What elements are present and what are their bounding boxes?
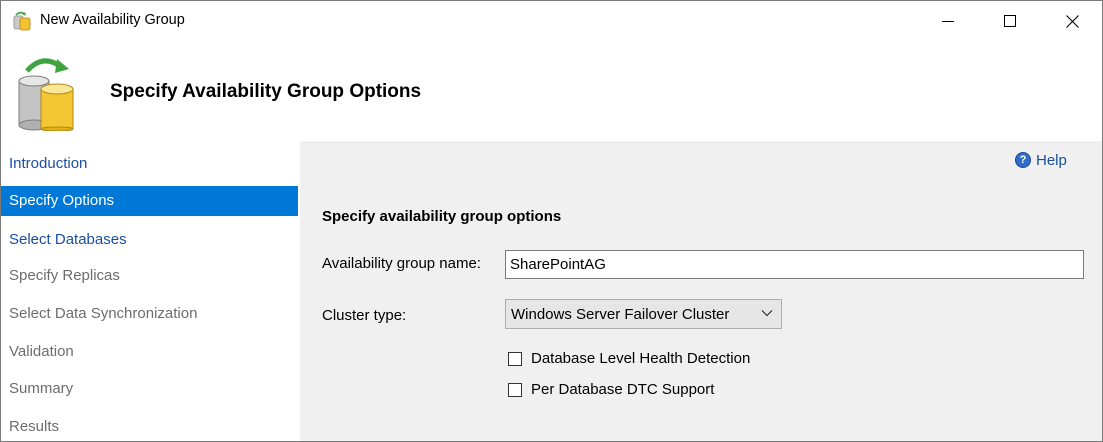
dtc-support-checkbox[interactable] <box>508 382 522 397</box>
health-detection-checkbox[interactable] <box>508 351 522 366</box>
close-button[interactable] <box>1049 1 1095 41</box>
dtc-support-row[interactable]: Per Database DTC Support <box>508 381 714 398</box>
minimize-button[interactable] <box>925 1 971 41</box>
cluster-type-select[interactable]: Windows Server Failover Cluster <box>505 299 782 329</box>
wizard-header: Specify Availability Group Options <box>1 41 1102 140</box>
dtc-support-label: Per Database DTC Support <box>531 381 715 398</box>
title-bar: New Availability Group <box>1 1 1102 41</box>
health-detection-row[interactable]: Database Level Health Detection <box>508 350 750 367</box>
options-panel: ? Help Specify availability group option… <box>300 141 1102 441</box>
page-title: Specify Availability Group Options <box>110 81 422 102</box>
minimize-icon <box>942 21 954 22</box>
maximize-icon <box>1004 15 1016 27</box>
wizard-window: New Availability Group Specify Availabil… <box>0 0 1103 442</box>
health-detection-label: Database Level Health Detection <box>531 350 751 367</box>
nav-item-specify-replicas: Specify Replicas <box>9 267 120 284</box>
database-ag-icon <box>15 55 79 132</box>
maximize-button[interactable] <box>987 1 1033 41</box>
help-label: Help <box>1036 151 1067 169</box>
ag-name-label: Availability group name: <box>322 255 481 272</box>
help-link[interactable]: ? Help <box>1015 150 1067 170</box>
nav-item-select-databases[interactable]: Select Databases <box>1 225 298 255</box>
nav-item-results: Results <box>9 418 60 435</box>
chevron-down-icon <box>761 310 773 317</box>
wizard-nav: Introduction Specify Options Select Data… <box>1 141 298 441</box>
nav-item-validation: Validation <box>9 343 74 360</box>
nav-item-select-data-synchronization: Select Data Synchronization <box>9 305 198 322</box>
ag-name-input[interactable] <box>505 250 1084 279</box>
nav-item-specify-options[interactable]: Specify Options <box>1 186 298 216</box>
help-icon: ? <box>1015 152 1031 168</box>
window-title: New Availability Group <box>40 12 185 28</box>
cluster-type-value: Windows Server Failover Cluster <box>511 305 730 323</box>
nav-item-summary: Summary <box>9 380 74 397</box>
app-icon <box>13 11 31 31</box>
nav-item-introduction[interactable]: Introduction <box>1 149 298 179</box>
close-icon <box>1065 14 1079 28</box>
cluster-type-label: Cluster type: <box>322 307 407 324</box>
section-heading: Specify availability group options <box>322 208 562 225</box>
